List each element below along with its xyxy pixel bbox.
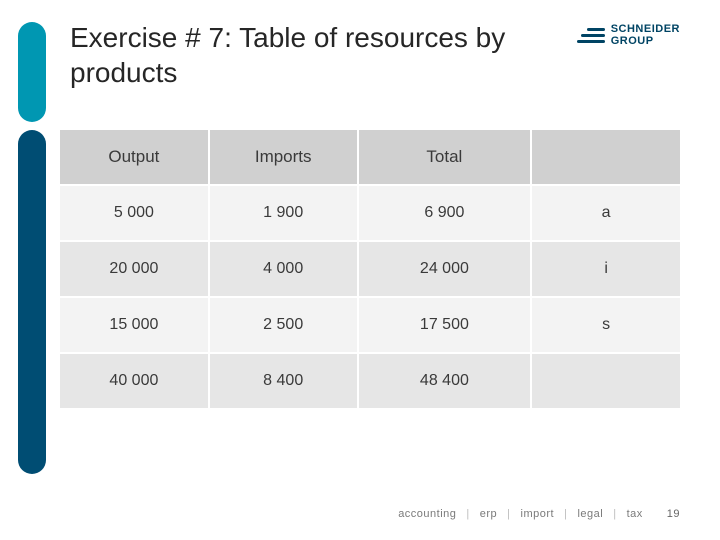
logo-text-line2: GROUP bbox=[611, 36, 680, 48]
separator-icon: | bbox=[564, 508, 567, 520]
cell-imports: 4 000 bbox=[209, 241, 358, 297]
col-output: Output bbox=[60, 130, 209, 185]
table-row: 40 000 8 400 48 400 bbox=[60, 353, 680, 408]
cell-total: 17 500 bbox=[358, 297, 532, 353]
footer-item: tax bbox=[627, 508, 643, 520]
table-header-row: Output Imports Total bbox=[60, 130, 680, 185]
logo-mark-icon bbox=[577, 28, 605, 43]
page-title: Exercise # 7: Table of resources by prod… bbox=[70, 20, 570, 90]
cell-total: 24 000 bbox=[358, 241, 532, 297]
resources-table: Output Imports Total 5 000 1 900 6 900 a… bbox=[60, 130, 680, 408]
cell-tag: i bbox=[531, 241, 680, 297]
table-row: 5 000 1 900 6 900 a bbox=[60, 185, 680, 241]
side-pill bbox=[18, 130, 46, 474]
footer: accounting | erp | import | legal | tax 19 bbox=[398, 508, 680, 520]
cell-imports: 2 500 bbox=[209, 297, 358, 353]
separator-icon: | bbox=[466, 508, 469, 520]
cell-imports: 8 400 bbox=[209, 353, 358, 408]
separator-icon: | bbox=[613, 508, 616, 520]
cell-total: 48 400 bbox=[358, 353, 532, 408]
brand-logo: SCHNEIDER GROUP bbox=[577, 24, 680, 47]
page-number: 19 bbox=[667, 508, 680, 520]
table-row: 20 000 4 000 24 000 i bbox=[60, 241, 680, 297]
col-total: Total bbox=[358, 130, 532, 185]
separator-icon: | bbox=[507, 508, 510, 520]
cell-tag: a bbox=[531, 185, 680, 241]
cell-output: 15 000 bbox=[60, 297, 209, 353]
cell-output: 40 000 bbox=[60, 353, 209, 408]
cell-tag: s bbox=[531, 297, 680, 353]
footer-item: import bbox=[521, 508, 555, 520]
table-row: 15 000 2 500 17 500 s bbox=[60, 297, 680, 353]
logo-text-line1: SCHNEIDER bbox=[611, 24, 680, 36]
logo-text: SCHNEIDER GROUP bbox=[611, 24, 680, 47]
cell-total: 6 900 bbox=[358, 185, 532, 241]
cell-output: 20 000 bbox=[60, 241, 209, 297]
cell-imports: 1 900 bbox=[209, 185, 358, 241]
col-imports: Imports bbox=[209, 130, 358, 185]
accent-bar bbox=[18, 22, 46, 122]
cell-output: 5 000 bbox=[60, 185, 209, 241]
footer-item: accounting bbox=[398, 508, 456, 520]
col-tag bbox=[531, 130, 680, 185]
footer-item: legal bbox=[577, 508, 603, 520]
footer-item: erp bbox=[480, 508, 497, 520]
cell-tag bbox=[531, 353, 680, 408]
